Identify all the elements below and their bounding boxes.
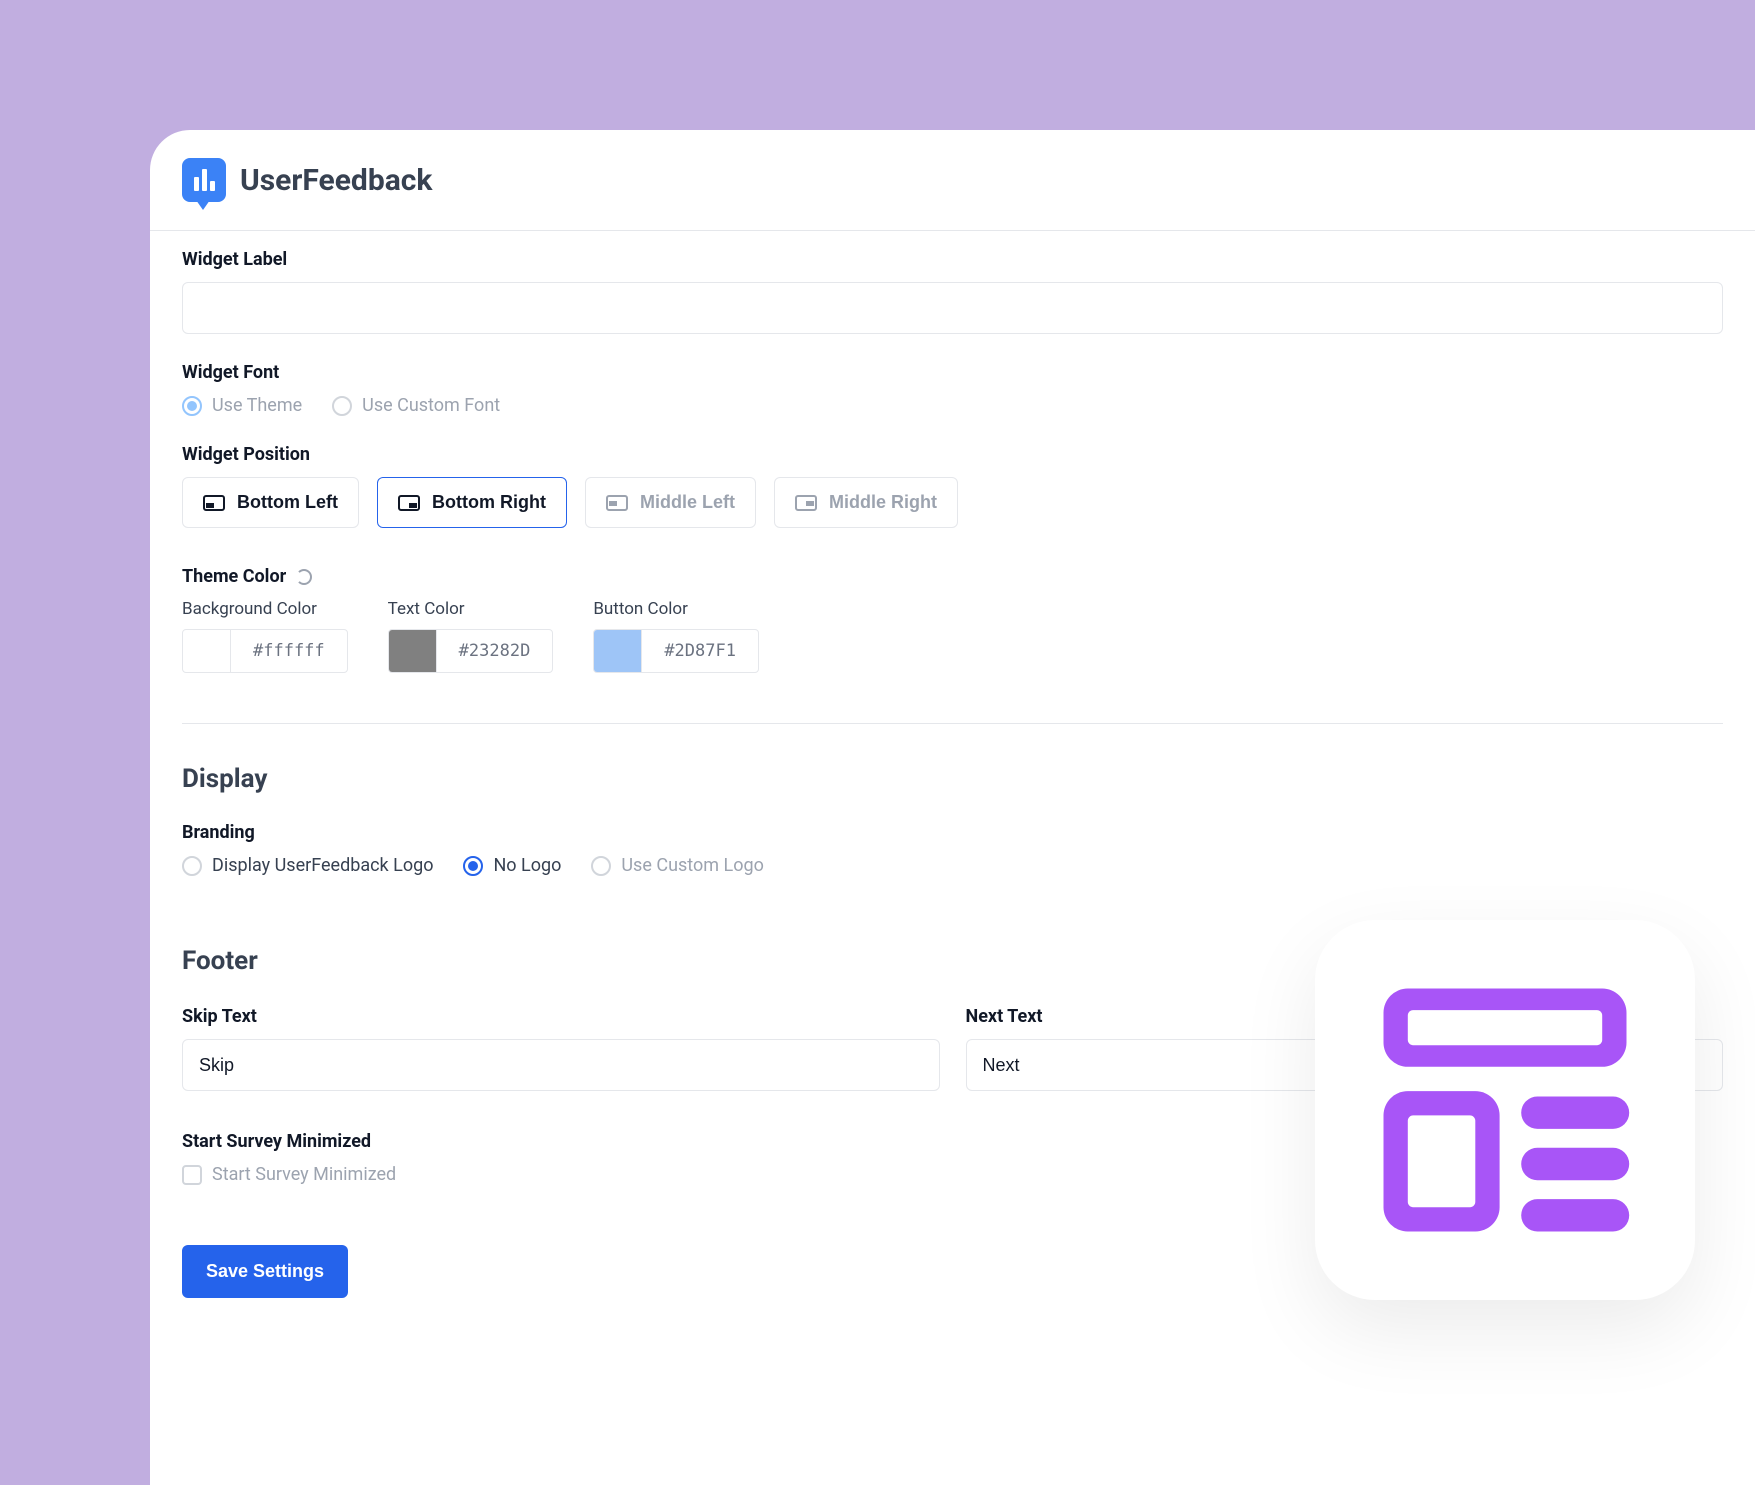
radio-icon	[182, 856, 202, 876]
bg-color-label: Background Color	[182, 599, 348, 619]
position-middle-right[interactable]: Middle Right	[774, 477, 958, 528]
widget-font-title: Widget Font	[182, 362, 1723, 383]
divider	[182, 723, 1723, 724]
theme-color-title: Theme Color	[182, 566, 286, 587]
font-option-custom[interactable]: Use Custom Font	[332, 395, 500, 416]
color-value: #23282D	[437, 641, 553, 661]
layout-icon	[1370, 975, 1640, 1245]
position-label: Middle Left	[640, 492, 735, 513]
radio-label: No Logo	[493, 855, 561, 876]
display-section-title: Display	[182, 764, 1723, 794]
radio-icon	[591, 856, 611, 876]
brand-name: UserFeedback	[240, 163, 432, 198]
radio-label: Display UserFeedback Logo	[212, 855, 433, 876]
feature-illustration-card	[1315, 920, 1695, 1300]
bg-color-picker[interactable]: #ffffff	[182, 629, 348, 673]
color-value: #ffffff	[231, 641, 347, 661]
checkbox-icon	[182, 1165, 202, 1185]
position-bottom-right[interactable]: Bottom Right	[377, 477, 567, 528]
skip-text-input[interactable]	[182, 1039, 940, 1091]
position-label: Bottom Left	[237, 492, 338, 513]
brand-logo-icon	[182, 158, 226, 202]
button-color-label: Button Color	[593, 599, 759, 619]
branding-display-logo[interactable]: Display UserFeedback Logo	[182, 855, 433, 876]
text-color-picker[interactable]: #23282D	[388, 629, 554, 673]
skip-text-label: Skip Text	[182, 1006, 940, 1027]
color-swatch	[389, 630, 437, 672]
position-label: Middle Right	[829, 492, 937, 513]
radio-label: Use Custom Logo	[621, 855, 763, 876]
color-value: #2D87F1	[642, 641, 758, 661]
text-color-label: Text Color	[388, 599, 554, 619]
branding-no-logo[interactable]: No Logo	[463, 855, 561, 876]
radio-label: Use Custom Font	[362, 395, 500, 416]
font-option-use-theme[interactable]: Use Theme	[182, 395, 302, 416]
settings-window: UserFeedback Widget Label Widget Font Us…	[150, 130, 1755, 1485]
branding-title: Branding	[182, 822, 1723, 843]
position-bottom-left[interactable]: Bottom Left	[182, 477, 359, 528]
branding-custom-logo[interactable]: Use Custom Logo	[591, 855, 763, 876]
radio-icon	[463, 856, 483, 876]
app-header: UserFeedback	[150, 130, 1755, 231]
checkbox-label: Start Survey Minimized	[212, 1164, 396, 1185]
color-swatch	[183, 630, 231, 672]
widget-label-input[interactable]	[182, 282, 1723, 334]
save-settings-button[interactable]: Save Settings	[182, 1245, 348, 1298]
position-label: Bottom Right	[432, 492, 546, 513]
position-bl-icon	[203, 495, 225, 511]
color-swatch	[594, 630, 642, 672]
widget-label-title: Widget Label	[182, 249, 1723, 270]
radio-label: Use Theme	[212, 395, 302, 416]
radio-icon	[332, 396, 352, 416]
radio-icon	[182, 396, 202, 416]
position-middle-left[interactable]: Middle Left	[585, 477, 756, 528]
widget-position-title: Widget Position	[182, 444, 1723, 465]
reset-icon[interactable]	[296, 569, 312, 585]
position-ml-icon	[606, 495, 628, 511]
button-color-picker[interactable]: #2D87F1	[593, 629, 759, 673]
position-mr-icon	[795, 495, 817, 511]
position-br-icon	[398, 495, 420, 511]
start-minimized-checkbox[interactable]: Start Survey Minimized	[182, 1164, 396, 1185]
